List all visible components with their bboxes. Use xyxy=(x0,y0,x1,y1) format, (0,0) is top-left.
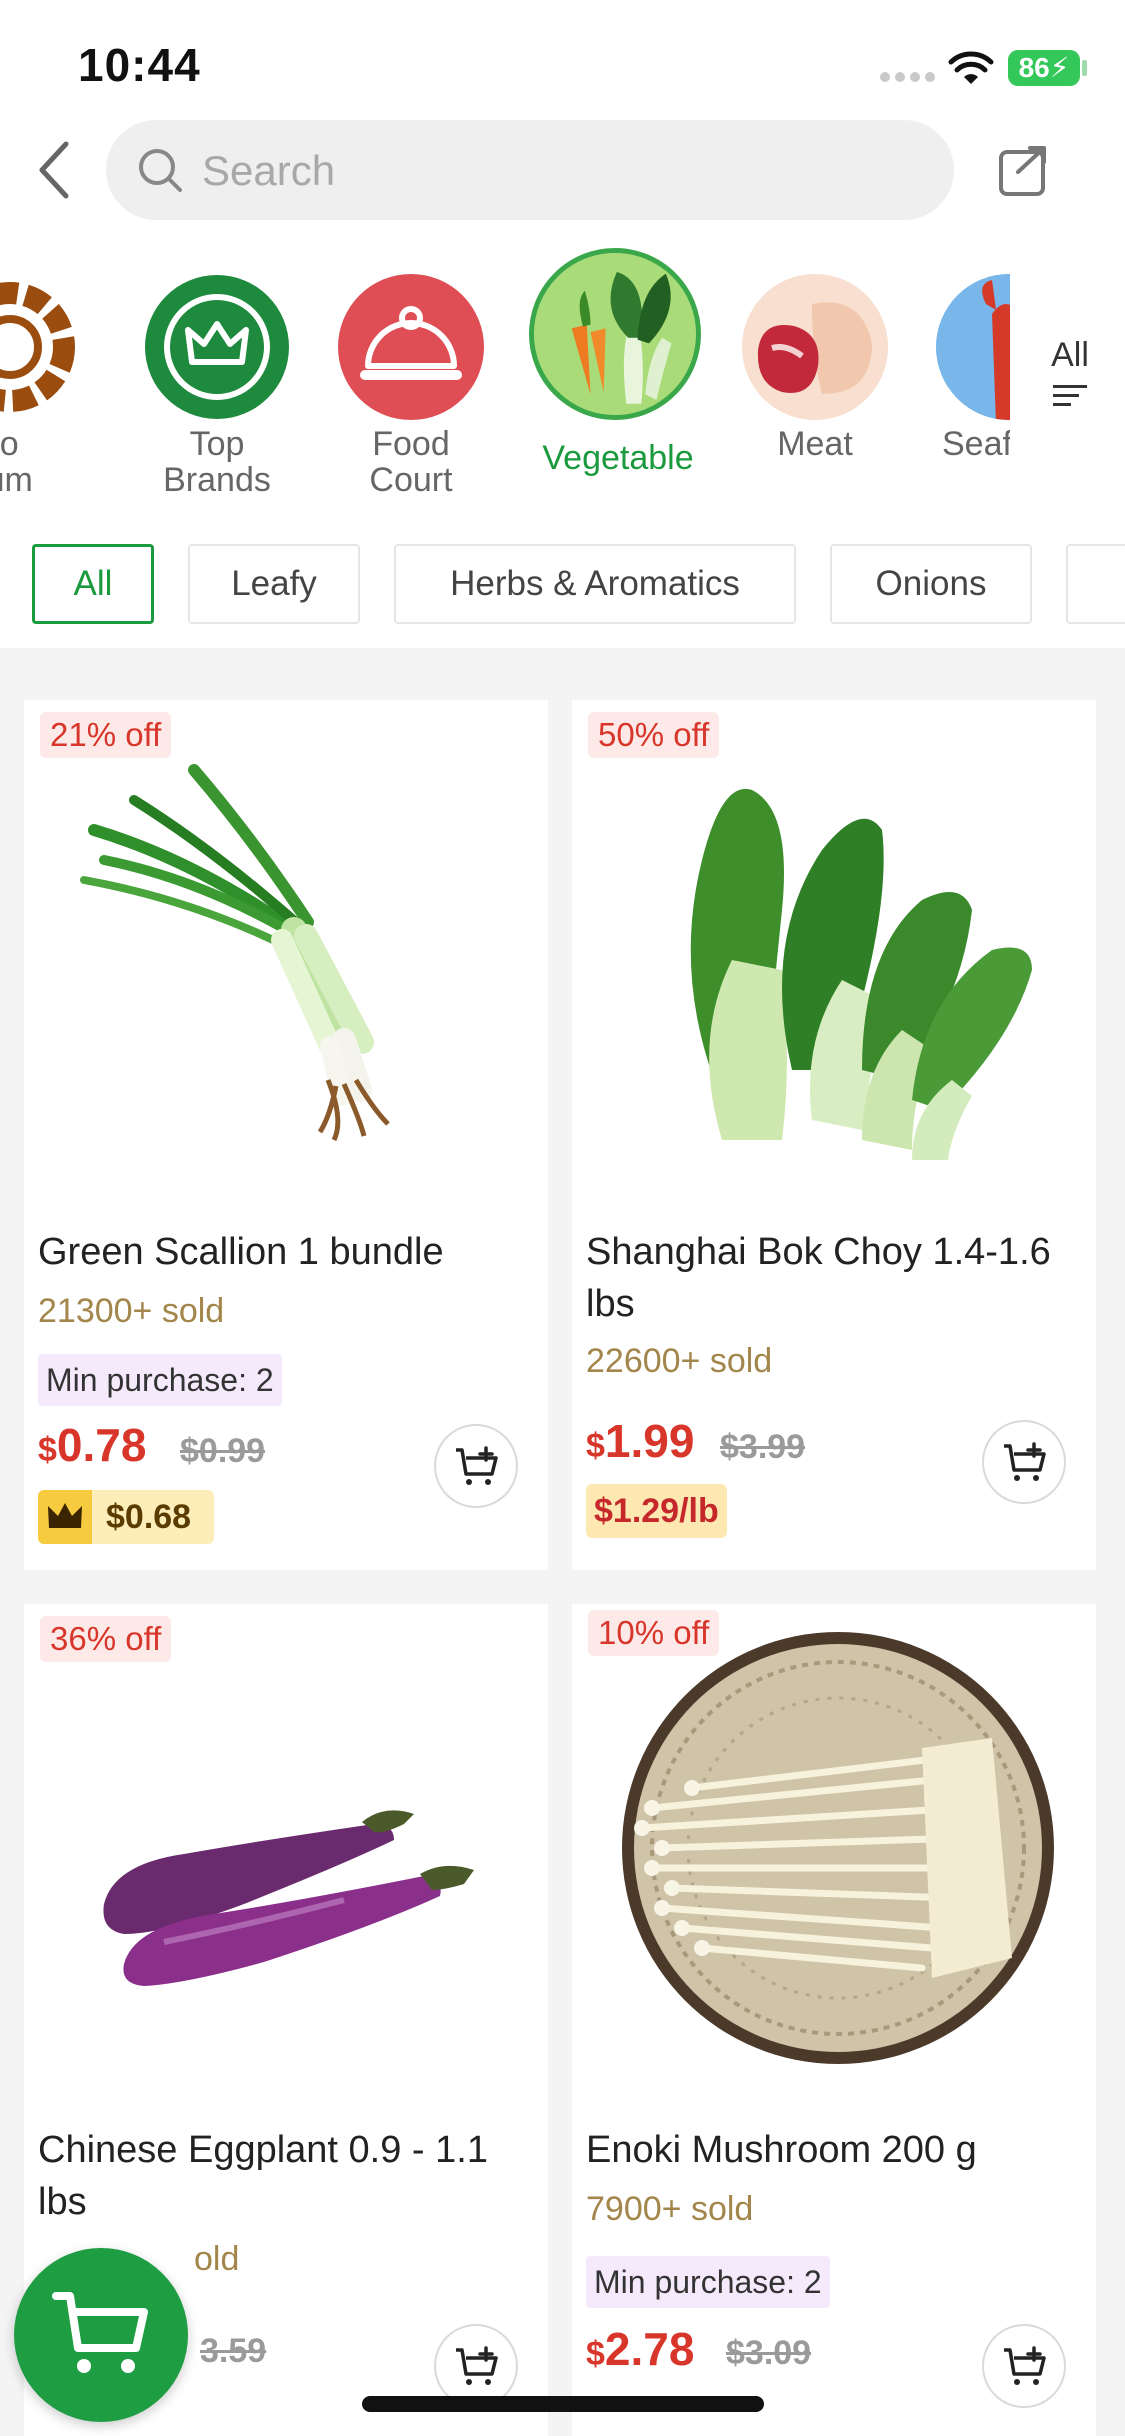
add-to-cart-button[interactable] xyxy=(434,1424,518,1508)
member-price-tag: $0.68 xyxy=(38,1490,214,1544)
search-placeholder: Search xyxy=(202,147,336,194)
search-input[interactable]: Search xyxy=(106,120,954,220)
floating-cart-button[interactable] xyxy=(14,2248,188,2422)
add-to-cart-icon xyxy=(456,2346,498,2385)
product-image-eggplant xyxy=(103,1810,474,1986)
share-icon[interactable] xyxy=(996,142,1052,198)
member-price: $0.68 xyxy=(106,1498,192,1536)
original-price: 3.59 xyxy=(200,2332,267,2370)
min-purchase-tag: Min purchase: 2 xyxy=(586,2256,830,2308)
current-price: $0.78 xyxy=(38,1418,146,1472)
status-bar: 10:44 86⚡ xyxy=(0,0,1125,120)
add-to-cart-icon xyxy=(1004,2346,1046,2385)
filter-chip-more[interactable] xyxy=(1066,544,1125,624)
discount-badge: 50% off xyxy=(588,712,720,758)
status-time: 10:44 xyxy=(78,39,201,91)
category-label: Top Brands xyxy=(163,425,271,499)
min-purchase-tag: Min purchase: 2 xyxy=(38,1354,282,1406)
food-cloche-icon xyxy=(338,274,484,420)
product-image-enoki xyxy=(622,1632,1054,2064)
sold-count: 7900+ sold xyxy=(586,2190,754,2228)
battery-level: 86 xyxy=(1018,52,1050,83)
category-item-food-court[interactable]: Food Court xyxy=(314,240,494,510)
price-amount: 2.78 xyxy=(604,2323,695,2375)
discount-badge: 36% off xyxy=(40,1616,172,1662)
battery-cap xyxy=(1082,60,1087,76)
crown-icon xyxy=(38,1490,92,1544)
vegetable-icon xyxy=(529,248,701,420)
current-price: $2.78 xyxy=(586,2322,694,2376)
cellular-signal-icon xyxy=(880,72,936,82)
sold-count: 22600+ sold xyxy=(586,1342,773,1380)
category-item-top-brands[interactable]: Top Brands xyxy=(120,240,300,510)
header-area: 10:44 86⚡ Search o m Top Brands Food Cou… xyxy=(0,0,1125,648)
unit-price-tag: $1.29/lb xyxy=(586,1484,727,1538)
product-card[interactable]: 10% off Enoki Mushroom 200 g 7900+ sold … xyxy=(572,1604,1096,2436)
home-indicator[interactable] xyxy=(362,2396,764,2412)
category-carousel: Go nium Top Brands xyxy=(0,240,1125,510)
category-label: Go nium xyxy=(0,425,33,499)
category-all-label: All xyxy=(1051,336,1089,374)
discount-badge: 10% off xyxy=(588,1610,720,1656)
product-image-scallion xyxy=(80,764,390,1142)
currency-symbol: $ xyxy=(586,1427,605,1465)
product-name: Shanghai Bok Choy 1.4-1.6 lbs xyxy=(586,1231,1051,1325)
crown-icon xyxy=(144,274,290,420)
search-icon xyxy=(139,149,182,192)
wifi-icon xyxy=(948,51,994,84)
sold-count: old xyxy=(194,2240,240,2278)
add-to-cart-button[interactable] xyxy=(982,2324,1066,2408)
screen: 10:44 86⚡ Search o m Top Brands Food Cou… xyxy=(0,0,1125,2436)
category-item-vegetable[interactable]: Vegetable xyxy=(515,240,701,510)
sold-count: 21300+ sold xyxy=(38,1292,225,1330)
search-row: Search xyxy=(0,118,1125,222)
back-icon[interactable] xyxy=(30,138,80,202)
category-all-button[interactable]: All xyxy=(1040,336,1100,409)
product-card[interactable]: 50% off Shanghai Bok Choy 1.4-1.6 lbs 22… xyxy=(572,700,1096,1570)
product-name: Chinese Eggplant 0.9 - 1.1 lbs xyxy=(38,2129,488,2223)
original-price: $3.09 xyxy=(726,2334,812,2372)
category-label: Vegetable xyxy=(542,439,694,477)
category-label: Meat xyxy=(777,425,853,463)
filter-chip-onions[interactable]: Onions xyxy=(830,544,1032,624)
product-name: Green Scallion 1 bundle xyxy=(38,1231,444,1273)
add-to-cart-icon xyxy=(456,1446,498,1485)
current-price: $1.99 xyxy=(586,1414,694,1468)
discount-badge: 21% off xyxy=(40,712,172,758)
go-premium-icon xyxy=(0,274,86,420)
product-image-bok-choy xyxy=(690,788,1032,1160)
filter-lines-icon xyxy=(1053,385,1087,406)
meat-icon xyxy=(742,274,888,420)
add-to-cart-icon xyxy=(1004,1442,1046,1481)
price-amount: 1.99 xyxy=(604,1415,695,1467)
battery-indicator: 86⚡ xyxy=(1008,50,1080,86)
filter-chip-herbs-aromatics[interactable]: Herbs & Aromatics xyxy=(394,544,796,624)
shopping-cart-icon xyxy=(52,2292,148,2373)
add-to-cart-button[interactable] xyxy=(982,1420,1066,1504)
original-price: $0.99 xyxy=(180,1432,266,1470)
category-label: Food Court xyxy=(369,425,453,499)
currency-symbol: $ xyxy=(586,2335,605,2373)
product-name: Enoki Mushroom 200 g xyxy=(586,2129,977,2171)
original-price: $3.99 xyxy=(720,1428,806,1466)
currency-symbol: $ xyxy=(38,1431,57,1469)
filter-chip-all[interactable]: All xyxy=(32,544,154,624)
category-item-go-premium[interactable]: Go nium xyxy=(0,240,120,510)
filter-chip-leafy[interactable]: Leafy xyxy=(188,544,360,624)
subcategory-filter-bar: All Leafy Herbs & Aromatics Onions xyxy=(0,540,1125,626)
price-amount: 0.78 xyxy=(56,1419,147,1471)
product-card[interactable]: 21% off Green Scallion 1 bundle 21300+ s… xyxy=(24,700,548,1570)
category-item-meat[interactable]: Meat xyxy=(718,240,898,510)
